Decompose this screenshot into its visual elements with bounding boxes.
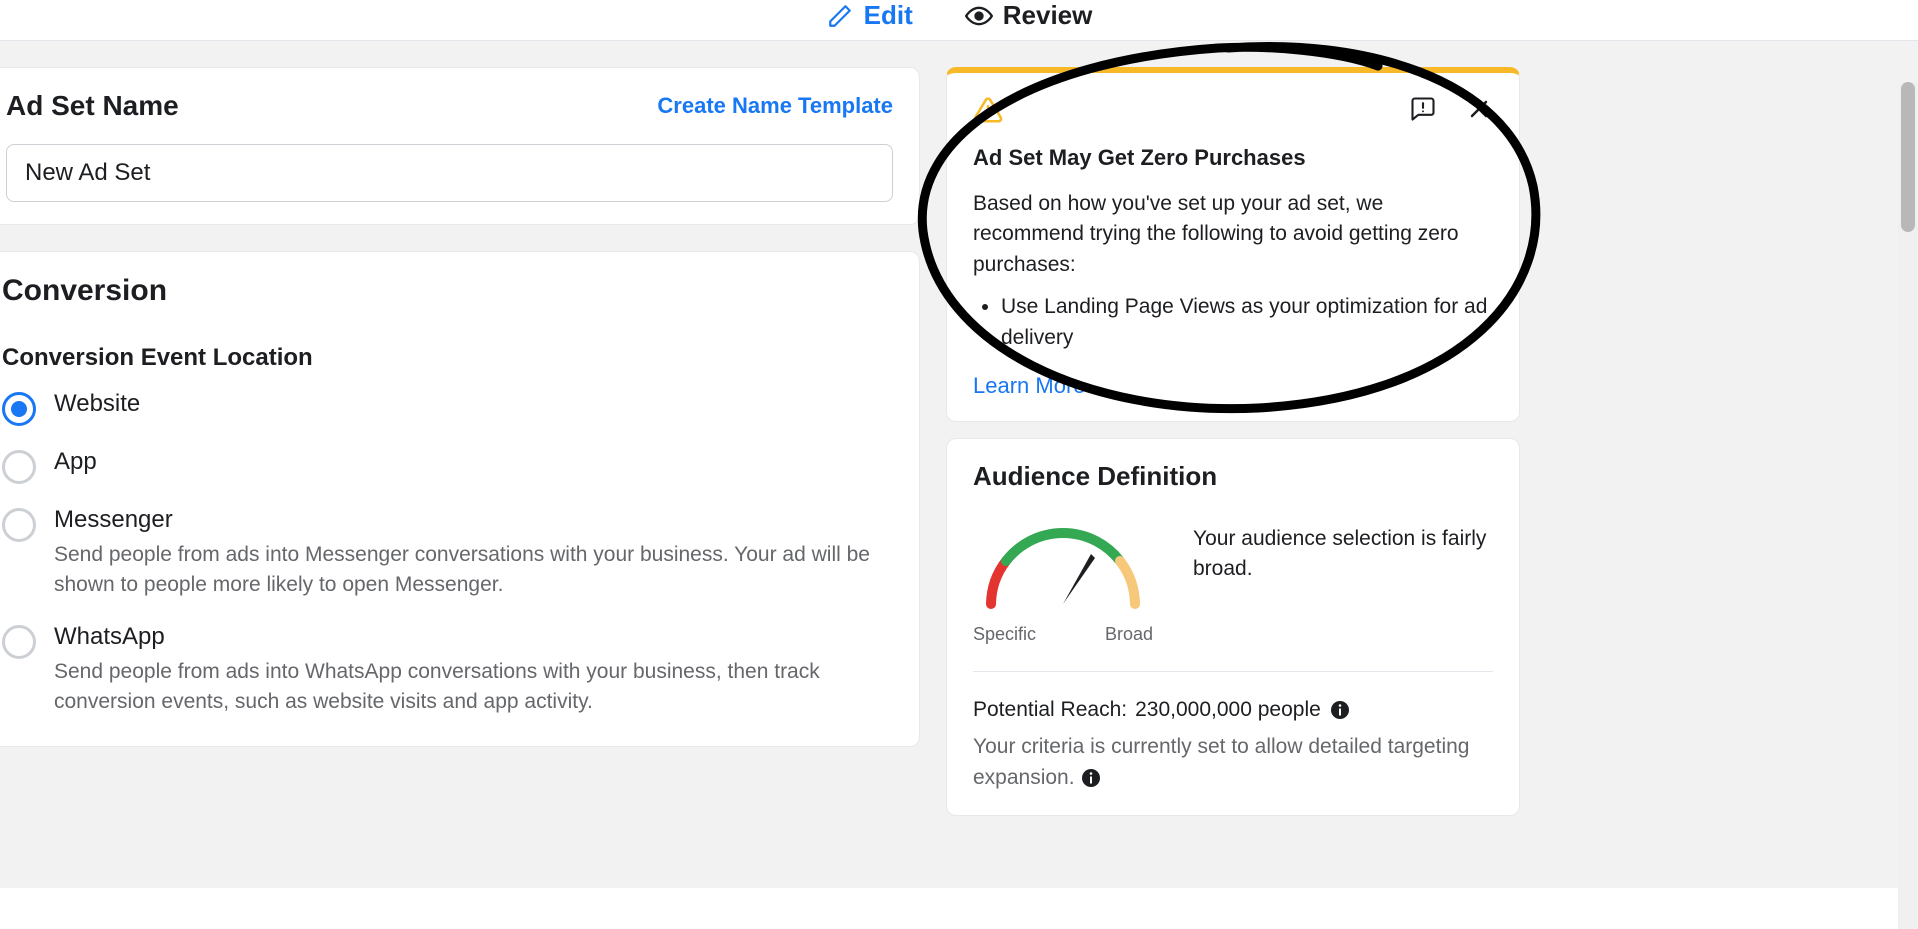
tabs-header: Edit Review [0,0,1918,40]
warning-list: Use Landing Page Views as your optimizat… [973,292,1493,353]
radio-website-label: Website [54,390,893,418]
radio-app-label: App [54,448,893,476]
tab-edit-label: Edit [864,0,913,31]
info-icon[interactable] [1329,699,1351,721]
criteria-text-span: Your criteria is currently set to allow … [973,735,1469,788]
audience-gauge: Specific Broad [973,514,1153,645]
tab-review-label: Review [1003,0,1093,31]
radio-option-app[interactable]: App [2,448,893,484]
audience-message: Your audience selection is fairly broad. [1193,514,1493,583]
learn-more-link[interactable]: Learn More [973,373,1086,398]
info-icon-2[interactable] [1080,767,1102,789]
close-icon[interactable] [1465,95,1493,123]
warning-body: Based on how you've set up your ad set, … [973,189,1493,280]
radio-app[interactable] [2,450,36,484]
reach-label: Potential Reach: [973,698,1127,722]
left-column: Ad Set Name Create Name Template Convers… [0,41,920,888]
radio-website[interactable] [2,392,36,426]
radio-messenger-label: Messenger [54,506,893,534]
gauge-label-specific: Specific [973,624,1036,645]
radio-messenger[interactable] [2,508,36,542]
warning-title: Ad Set May Get Zero Purchases [973,145,1493,171]
page-body: Ad Set Name Create Name Template Convers… [0,40,1918,888]
potential-reach-line: Potential Reach: 230,000,000 people [973,698,1493,722]
warning-triangle-icon [973,95,1003,125]
conversion-heading: Conversion [2,274,893,308]
pencil-icon [826,2,854,30]
reach-value: 230,000,000 people [1135,698,1321,722]
radio-option-messenger[interactable]: Messenger Send people from ads into Mess… [2,506,893,601]
audience-heading: Audience Definition [973,461,1493,492]
criteria-text: Your criteria is currently set to allow … [973,732,1493,793]
ad-set-name-input[interactable] [6,144,893,202]
warning-bullet: Use Landing Page Views as your optimizat… [1001,292,1493,353]
ad-set-name-heading: Ad Set Name [6,90,179,122]
radio-messenger-desc: Send people from ads into Messenger conv… [54,540,893,601]
radio-option-whatsapp[interactable]: WhatsApp Send people from ads into Whats… [2,623,893,718]
gauge-label-broad: Broad [1105,624,1153,645]
radio-option-website[interactable]: Website [2,390,893,426]
warning-card: Ad Set May Get Zero Purchases Based on h… [946,67,1520,422]
right-column: Ad Set May Get Zero Purchases Based on h… [946,41,1520,888]
ad-set-name-card: Ad Set Name Create Name Template [0,67,920,225]
audience-definition-card: Audience Definition Specific Broad Your … [946,438,1520,816]
radio-whatsapp-desc: Send people from ads into WhatsApp conve… [54,657,893,718]
scrollbar-track[interactable] [1898,82,1918,929]
eye-icon [965,2,993,30]
radio-whatsapp[interactable] [2,625,36,659]
scrollbar-thumb[interactable] [1901,82,1915,232]
conversion-card: Conversion Conversion Event Location Web… [0,251,920,747]
conversion-location-heading: Conversion Event Location [2,344,893,372]
feedback-icon[interactable] [1409,95,1437,123]
create-name-template-link[interactable]: Create Name Template [657,93,893,119]
radio-whatsapp-label: WhatsApp [54,623,893,651]
